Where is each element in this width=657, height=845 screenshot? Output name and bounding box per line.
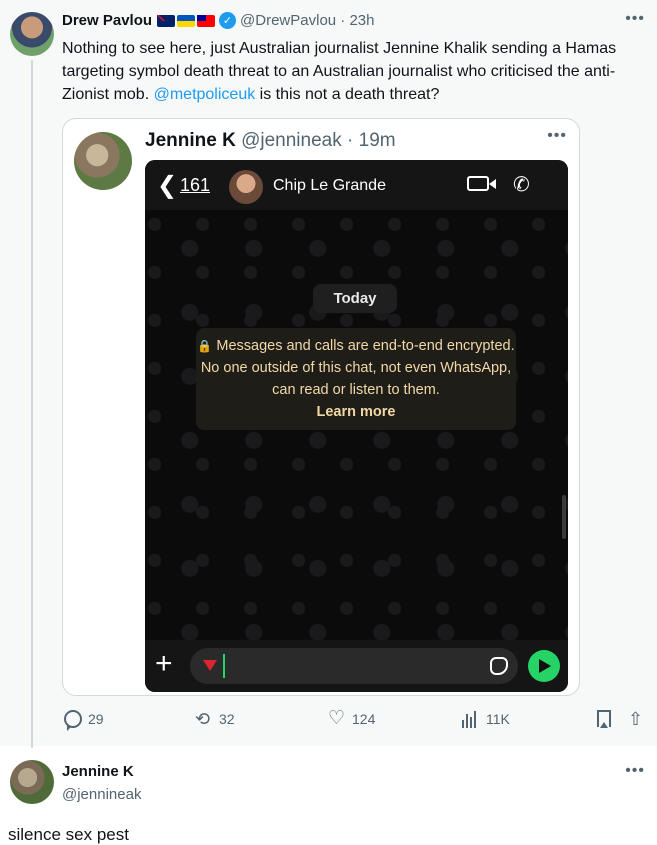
chat-background: Today 🔒 Messages and calls are end-to-en…	[145, 210, 568, 640]
whatsapp-compose-bar: +	[145, 640, 568, 692]
reply-button[interactable]: 29	[64, 710, 104, 731]
quoted-avatar[interactable]	[74, 132, 132, 190]
contact-avatar	[229, 170, 263, 204]
phone-call-icon: ✆	[513, 174, 530, 196]
reply-author-name[interactable]: Jennine K	[62, 763, 134, 780]
bookmark-button[interactable]	[597, 710, 611, 728]
video-call-icon	[467, 176, 496, 191]
verified-badge-icon: ✓	[219, 12, 237, 29]
encryption-text: Messages and calls are end-to-end encryp…	[200, 338, 515, 398]
thread-line	[31, 60, 33, 748]
share-icon: ⇧	[628, 709, 644, 729]
more-options-icon[interactable]: •••	[625, 10, 645, 28]
encryption-notice: 🔒 Messages and calls are end-to-end encr…	[196, 328, 516, 430]
red-triangle-icon	[203, 660, 217, 671]
like-button[interactable]: ♡ 124	[328, 708, 376, 729]
send-icon	[528, 650, 560, 682]
scrollbar	[562, 495, 566, 539]
back-chevron-icon: ❮	[157, 172, 178, 199]
tweet-header: Drew Pavlou ✓ @DrewPavlou · 23h	[62, 12, 375, 29]
bookmark-icon	[597, 710, 611, 728]
reply-icon	[64, 710, 82, 731]
sticker-icon	[490, 657, 508, 675]
reply-handle[interactable]: @jennineak	[62, 786, 141, 803]
message-input	[190, 648, 518, 684]
reply-count: 29	[88, 711, 104, 727]
main-tweet[interactable]: Drew Pavlou ✓ @DrewPavlou · 23h ••• Noth…	[0, 0, 657, 748]
tweet-text: Nothing to see here, just Australian jou…	[62, 37, 642, 106]
reply-more-icon[interactable]: •••	[625, 762, 645, 780]
retweet-icon: ⟲	[195, 709, 211, 729]
flag-emojis	[157, 14, 216, 27]
views-chart-icon	[462, 710, 480, 728]
tweet-text-part: is this not a death threat?	[255, 86, 440, 103]
unread-count: 161	[180, 175, 211, 195]
quoted-author-name: Jennine K	[145, 130, 236, 151]
whatsapp-header: ❮ 161 Chip Le Grande ✆	[145, 160, 568, 210]
author-handle[interactable]: @DrewPavlou	[240, 12, 336, 29]
reply-avatar[interactable]	[10, 760, 54, 804]
lock-icon: 🔒	[197, 339, 213, 353]
mention-link[interactable]: @metpoliceuk	[154, 86, 256, 103]
taiwan-flag-icon	[197, 14, 216, 27]
share-button[interactable]: ⇧	[628, 710, 646, 728]
views-button[interactable]: 11K	[462, 710, 510, 728]
quoted-handle: @jennineak	[241, 130, 342, 151]
quoted-more-icon: •••	[547, 127, 567, 144]
ukraine-flag-icon	[177, 14, 196, 27]
reply-text: silence sex pest	[8, 825, 129, 844]
view-count: 11K	[486, 711, 510, 727]
tweet-time[interactable]: 23h	[349, 12, 374, 29]
heart-icon: ♡	[328, 708, 346, 729]
date-chip: Today	[313, 284, 397, 313]
avatar[interactable]	[10, 12, 54, 56]
dot-separator: ·	[341, 130, 359, 151]
quoted-time: 19m	[358, 130, 396, 151]
quoted-tweet[interactable]: Jennine K @jennineak · 19m ••• ❮ 161 Chi…	[62, 118, 580, 696]
quoted-header: Jennine K @jennineak · 19m	[145, 130, 396, 152]
learn-more-link: Learn more	[316, 404, 396, 420]
contact-name: Chip Le Grande	[273, 177, 386, 194]
like-count: 124	[352, 711, 376, 727]
author-name[interactable]: Drew Pavlou	[62, 12, 152, 29]
dot-separator: ·	[336, 12, 350, 29]
text-cursor	[223, 654, 225, 678]
plus-icon: +	[155, 647, 173, 680]
australia-flag-icon	[157, 14, 176, 27]
action-bar: 29 ⟲ 32 ♡ 124 11K ⇧	[0, 708, 657, 734]
whatsapp-screenshot[interactable]: ❮ 161 Chip Le Grande ✆ Today 🔒 Messages …	[145, 160, 568, 692]
retweet-count: 32	[219, 711, 235, 727]
retweet-button[interactable]: ⟲ 32	[195, 710, 235, 728]
